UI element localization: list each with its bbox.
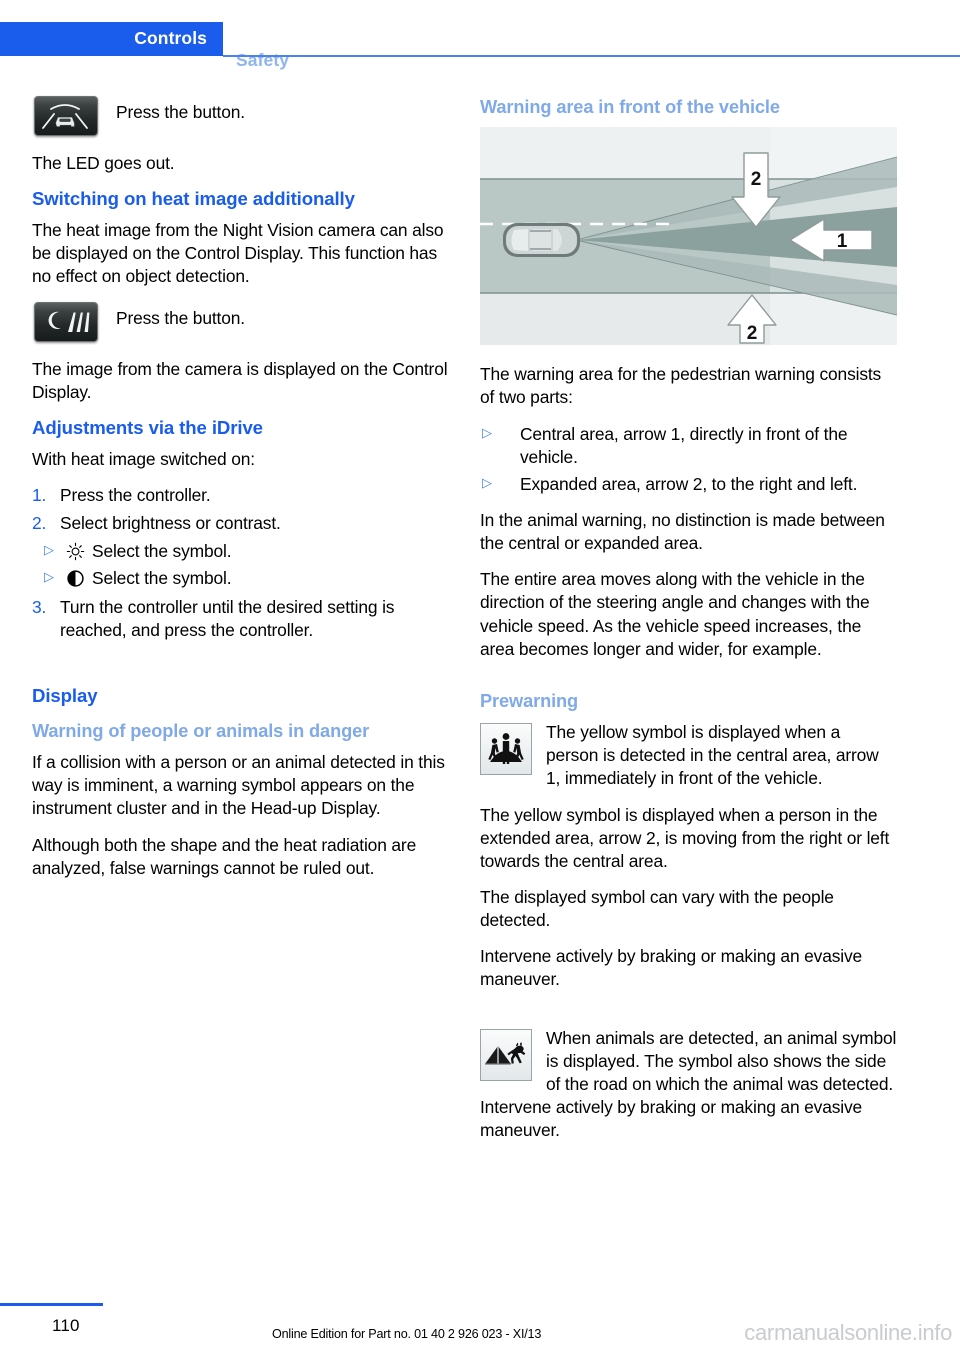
tab-safety[interactable]: Safety [236,50,289,71]
heat-image-button-icon[interactable] [34,301,98,342]
animal-warning-block: When animals are detected, an animal sym… [480,1027,897,1143]
symbol-options-list: ▷ Select the symbol. ▷ Select the symbol… [32,540,449,590]
bullet-central-area: ▷ Central area, arrow 1, directly in fro… [480,423,897,469]
page-number: 110 [52,1316,80,1335]
step-text: Select brightness or contrast. [60,513,281,534]
step-number: 1. [32,484,47,505]
step-text: Turn the controller until the desired se… [60,596,395,640]
tab-controls-label: Controls [134,28,207,48]
animal-warning-paragraph: In the animal warning, no distinction is… [480,510,885,554]
bullet-text: Expanded area, arrow 2, to the right and… [520,473,858,494]
symbol-option-text: Select the symbol. [92,568,232,589]
heading-heat-image: Switching on heat image additionally [32,188,355,210]
bullet-text: Central area, arrow 1, directly in front… [520,423,848,467]
warning-area-bullets: ▷ Central area, arrow 1, directly in fro… [480,423,897,496]
symbol-options-wrapper: ▷ Select the symbol. ▷ Select the symbol… [32,540,449,590]
right-column: Warning area in front of the vehicle 1 2… [480,96,897,1155]
idrive-steps-list: 1. Press the controller. 2. Select brigh… [32,484,449,642]
pedestrian-warning-icon [480,723,532,776]
extended-area-paragraph: The yellow symbol is displayed when a pe… [480,804,890,871]
heading-idrive: Adjustments via the iDrive [32,416,263,438]
symbol-option-brightness: ▷ Select the symbol. [32,540,449,563]
left-column: Press the button. The LED goes out. Swit… [32,96,449,893]
triangle-bullet-icon: ▷ [482,424,492,440]
symbol-option-contrast: ▷ Select the symbol. [32,567,449,590]
animal-warning-icon [480,1028,532,1081]
brightness-sun-icon [65,542,85,567]
step-number: 2. [32,513,47,534]
heat-image-paragraph: The heat image from the Night Vision cam… [32,220,444,287]
heat-image-button-row: Press the button. [32,301,449,344]
collision-paragraph: If a collision with a person or an anima… [32,752,445,819]
footer-divider [0,1303,103,1306]
heading-display: Display [32,684,98,706]
vehicle-top-view [503,223,580,258]
heat-image-button-caption: Press the button. [116,307,245,328]
camera-image-paragraph: The image from the camera is displayed o… [32,358,448,402]
pedestrian-warning-block: The yellow symbol is displayed when a pe… [480,721,897,790]
header-divider [223,55,960,57]
heading-prewarning: Prewarning [480,690,579,711]
triangle-bullet-icon: ▷ [482,474,492,490]
svg-text:2: 2 [751,169,762,190]
step-item: 3. Turn the controller until the desired… [32,596,449,642]
svg-text:2: 2 [747,323,758,344]
triangle-bullet-icon: ▷ [44,542,54,558]
led-paragraph: The LED goes out. [32,153,175,173]
step-item: 1. Press the controller. [32,484,449,507]
svg-text:1: 1 [837,231,848,252]
step-item: 2. Select brightness or contrast. [32,512,449,535]
warning-area-diagram: 1 2 2 [480,127,897,346]
triangle-bullet-icon: ▷ [44,569,54,585]
night-vision-button-row: Press the button. [32,96,449,138]
idrive-intro-paragraph: With heat image switched on: [32,448,255,469]
false-warnings-paragraph: Although both the shape and the heat rad… [32,834,417,878]
night-vision-button-icon[interactable] [34,96,98,136]
intervene-paragraph: Intervene actively by braking or making … [480,946,863,990]
watermark: carmanualsonline.info [744,1320,952,1345]
pedestrian-warning-text: The yellow symbol is displayed when a pe… [546,722,879,789]
warning-area-intro: The warning area for the pedestrian warn… [480,364,882,408]
contrast-half-circle-icon [65,569,85,594]
step-text: Press the controller. [60,484,211,505]
bullet-expanded-area: ▷ Expanded area, arrow 2, to the right a… [480,473,897,496]
night-vision-button-caption: Press the button. [116,102,245,122]
animal-warning-text: When animals are detected, an animal sym… [480,1027,897,1141]
step-number: 3. [32,596,47,617]
heading-warning-people: Warning of people or animals in danger [32,720,370,741]
edition-notice: Online Edition for Part no. 01 40 2 926 … [272,1327,542,1341]
heading-warning-area: Warning area in front of the vehicle [480,97,780,117]
entire-area-paragraph: The entire area moves along with the veh… [480,569,870,659]
tab-controls[interactable]: Controls [0,22,223,56]
page-header: Controls Safety [0,22,960,70]
symbol-vary-paragraph: The displayed symbol can vary with the p… [480,886,834,931]
symbol-option-text: Select the symbol. [92,541,232,562]
